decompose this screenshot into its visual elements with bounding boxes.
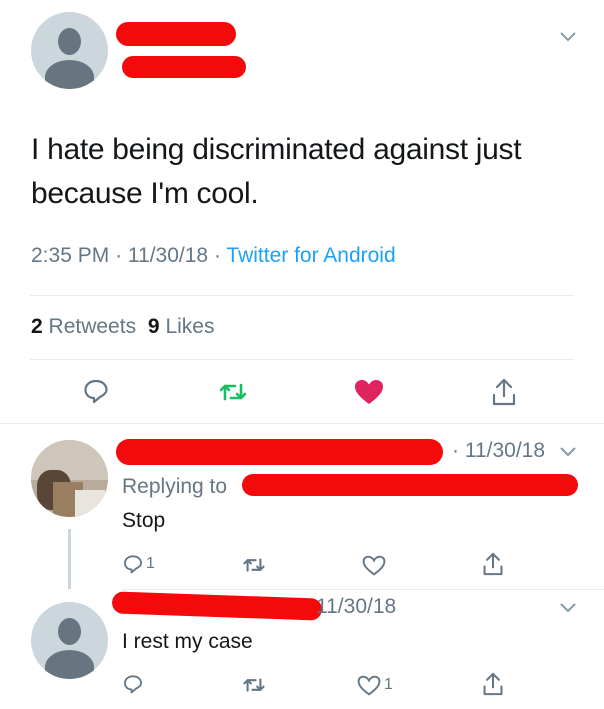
- retweet-icon[interactable]: [242, 555, 266, 575]
- tweet-time: 2:35 PM: [31, 244, 110, 267]
- retweets-stat[interactable]: 2 Retweets: [31, 315, 142, 338]
- likes-label: Likes: [165, 315, 215, 338]
- likes-stat[interactable]: 9 Likes: [148, 315, 215, 338]
- reply1-text: Stop: [122, 509, 166, 532]
- heart-outline-icon[interactable]: [357, 675, 381, 696]
- chevron-down-icon[interactable]: [558, 601, 578, 615]
- reply2-avatar[interactable]: [31, 602, 108, 679]
- reply2-date: 11/30/18: [316, 595, 397, 618]
- tweet-date: 11/30/18: [127, 244, 209, 267]
- reply2-like-count: 1: [384, 676, 393, 693]
- heart-outline-icon[interactable]: [362, 555, 386, 576]
- retweet-icon[interactable]: [242, 675, 266, 695]
- redacted-reply1-name: [116, 439, 443, 465]
- reply-icon[interactable]: [83, 378, 109, 404]
- divider: [30, 359, 574, 360]
- redacted-replying-handles: [242, 474, 578, 496]
- meta-dot: ·: [115, 244, 123, 267]
- reply-icon[interactable]: [123, 674, 143, 694]
- reply1-date: · 11/30/18: [452, 439, 546, 462]
- share-icon[interactable]: [482, 552, 504, 576]
- likes-count: 9: [147, 315, 160, 338]
- author-avatar[interactable]: [31, 12, 108, 89]
- retweets-label: Retweets: [48, 315, 137, 338]
- divider: [30, 295, 574, 296]
- divider: [122, 589, 604, 590]
- reply2-text: I rest my case: [122, 630, 253, 653]
- retweet-icon[interactable]: [218, 380, 248, 404]
- share-icon[interactable]: [491, 378, 517, 406]
- share-icon[interactable]: [482, 672, 504, 696]
- reply1-avatar[interactable]: [31, 440, 108, 517]
- tweet-source-link[interactable]: Twitter for Android: [226, 244, 395, 267]
- divider: [0, 423, 604, 424]
- heart-icon[interactable]: [354, 379, 384, 405]
- redacted-reply2-name: [111, 591, 323, 621]
- retweets-count: 2: [31, 315, 43, 338]
- tweet-text-line2: because I'm cool.: [31, 177, 259, 210]
- reply1-reply-count: 1: [146, 555, 155, 572]
- redacted-author-name: [116, 22, 236, 46]
- tweet-text: I hate being discriminated against just …: [31, 128, 522, 216]
- reply-icon[interactable]: [123, 554, 143, 574]
- chevron-down-icon[interactable]: [558, 445, 578, 459]
- replying-to-label: Replying to: [122, 475, 228, 498]
- thread-line: [68, 529, 71, 589]
- tweet-text-line1: I hate being discriminated against just: [31, 133, 522, 166]
- tweet-stats: 2 Retweets 9 Likes: [31, 315, 214, 339]
- redacted-author-handle: [122, 56, 246, 78]
- tweet-meta: 2:35 PM · 11/30/18 · Twitter for Android: [31, 244, 396, 268]
- meta-dot: ·: [213, 244, 221, 267]
- chevron-down-icon[interactable]: [558, 30, 578, 44]
